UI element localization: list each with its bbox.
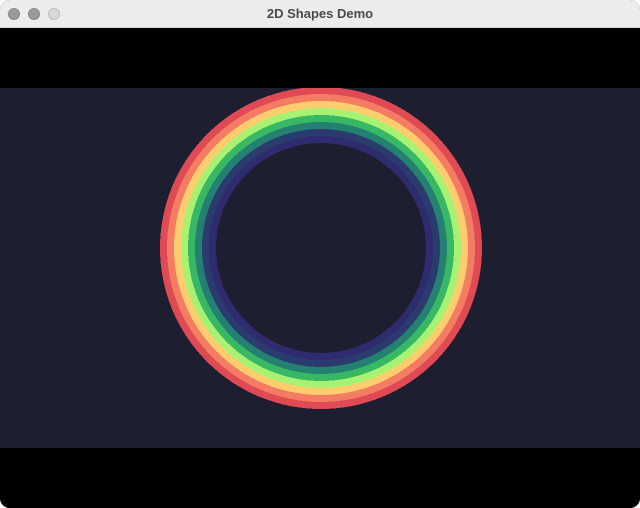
ring-hole (216, 143, 426, 353)
window-title: 2D Shapes Demo (266, 6, 374, 21)
game-viewport (0, 88, 640, 448)
app-window: 2D Shapes Demo (0, 0, 640, 508)
title-bar[interactable]: 2D Shapes Demo (0, 0, 640, 28)
render-canvas (0, 88, 640, 448)
rainbow-ring (160, 88, 482, 409)
game-content-area (0, 28, 640, 508)
